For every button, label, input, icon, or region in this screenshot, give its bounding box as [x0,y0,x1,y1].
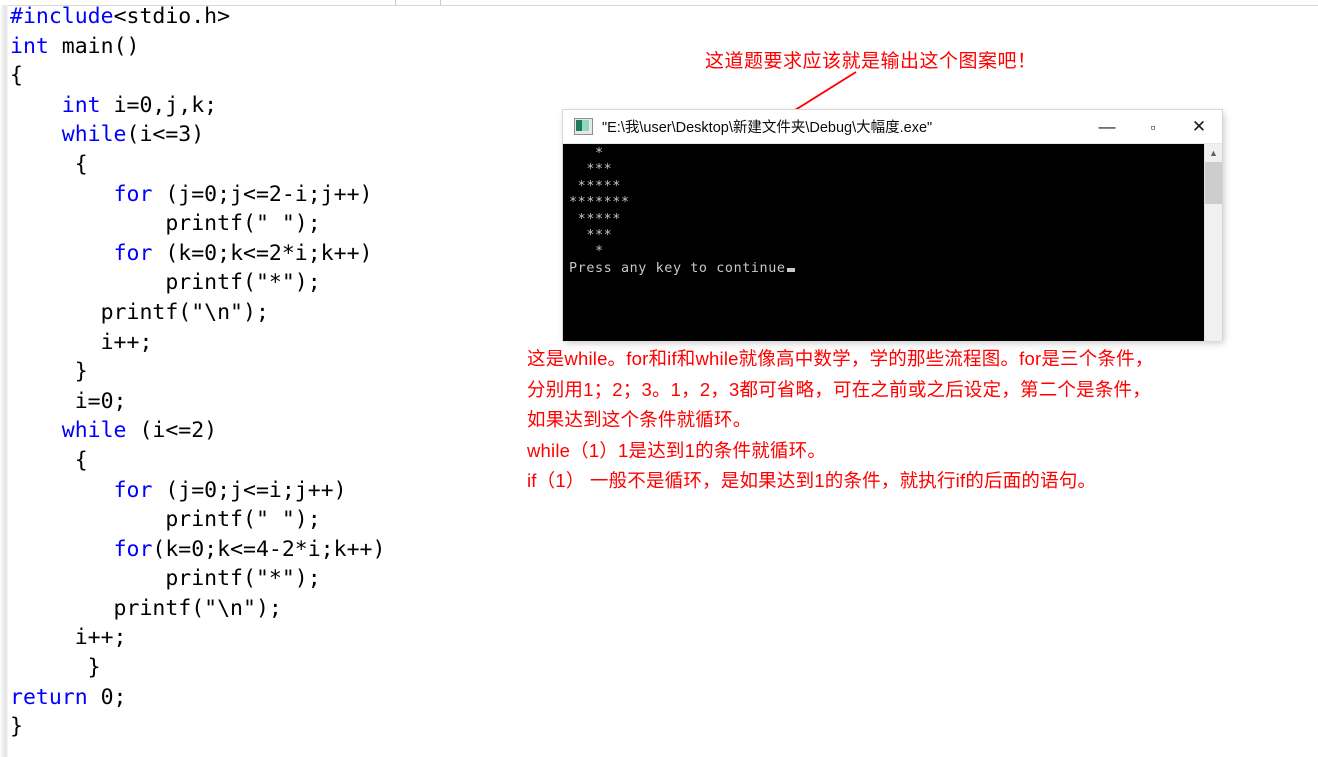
window-controls: — ▫ ✕ [1084,110,1222,143]
console-window[interactable]: "E:\我\user\Desktop\新建文件夹\Debug\大幅度.exe" … [563,110,1222,341]
code-line: { [10,63,23,89]
code-keyword: int [10,33,49,59]
console-output-line: *** [569,228,613,244]
code-line: printf("*"); [10,566,321,592]
scrollbar-thumb[interactable] [1205,162,1222,204]
annotation-callout-text: 这道题要求应该就是输出这个图案吧！ [705,51,1037,72]
code-keyword: for [113,240,153,266]
console-cursor [786,267,795,272]
code-line: printf("*"); [10,270,321,296]
code-keyword: for [113,181,153,207]
code-line: for(k=0;k<=4-2*i;k++) [113,536,386,562]
code-keyword: int [61,92,101,118]
code-line: while (i<=2) [61,418,218,444]
code-line: printf(" "); [10,211,321,237]
code-line: } [10,359,88,385]
document-left-gutter [0,5,8,757]
close-button[interactable]: ✕ [1176,110,1222,143]
source-code-pane: #include<stdio.h> int main() { int i=0,j,k… [10,2,480,742]
console-app-icon [574,118,593,135]
red-note-line: 如果达到这个条件就循环。 [527,409,752,430]
code-line: return 0; [10,684,127,710]
console-output-text: * *** ***** ******* ***** *** * Press any … [569,146,795,277]
console-output-line: ***** [569,211,621,227]
code-line: { [10,151,88,177]
console-window-title: "E:\我\user\Desktop\新建文件夹\Debug\大幅度.exe" [602,120,933,136]
code-keyword: for [113,477,153,503]
red-explanation-notes: 这是while。for和if和while就像高中数学，学的那些流程图。for是三… [527,344,1257,497]
console-output-line: ******* [569,195,630,211]
code-line: i++; [10,329,153,355]
code-line: printf("\n"); [10,595,282,621]
maximize-button[interactable]: ▫ [1130,110,1176,143]
console-output-line: ***** [569,178,621,194]
code-line: i++; [10,625,127,651]
console-output-area[interactable]: * *** ***** ******* ***** *** * Press any … [563,144,1222,341]
code-line: { [10,447,88,473]
code-keyword: while [61,418,127,444]
code-keyword: return [10,684,88,710]
code-keyword: #include [10,4,114,29]
code-keyword: for [113,536,153,562]
console-output-line: * [569,146,604,161]
console-prompt-line: Press any key to continue [569,261,795,277]
red-note-line: 这是while。for和if和while就像高中数学，学的那些流程图。for是三… [527,348,1154,369]
code-keyword: while [61,122,127,148]
code-line: int i=0,j,k; [61,92,218,118]
console-scrollbar[interactable]: ▲ [1204,144,1222,341]
code-line: #include<stdio.h> [10,4,231,29]
red-note-line: while（1）1是达到1的条件就循环。 [527,439,827,461]
code-line: for (k=0;k<=2*i;k++) [113,240,373,266]
console-output-line: * [569,244,604,260]
red-note-line: 分别用1；2；3。1，2，3都可省略，可在之前或之后设定，第二个是条件， [527,378,1151,400]
scroll-up-arrow-icon[interactable]: ▲ [1205,144,1222,161]
code-line: } [10,655,101,681]
code-line: i=0; [10,388,127,414]
console-titlebar[interactable]: "E:\我\user\Desktop\新建文件夹\Debug\大幅度.exe" … [563,110,1222,144]
red-note-line: if（1） 一般不是循环，是如果达到1的条件，就执行if的后面的语句。 [527,470,1097,491]
doc-edge-segment-right [441,0,1318,5]
code-line: int main() [10,33,140,59]
code-line: } [10,714,23,740]
code-line: printf(" "); [10,507,321,533]
console-output-line: *** [569,162,613,178]
code-line: while(i<=3) [61,122,205,148]
code-line: for (j=0;j<=2-i;j++) [113,181,373,207]
code-line: for (j=0;j<=i;j++) [113,477,347,503]
code-line: printf("\n"); [10,299,269,325]
